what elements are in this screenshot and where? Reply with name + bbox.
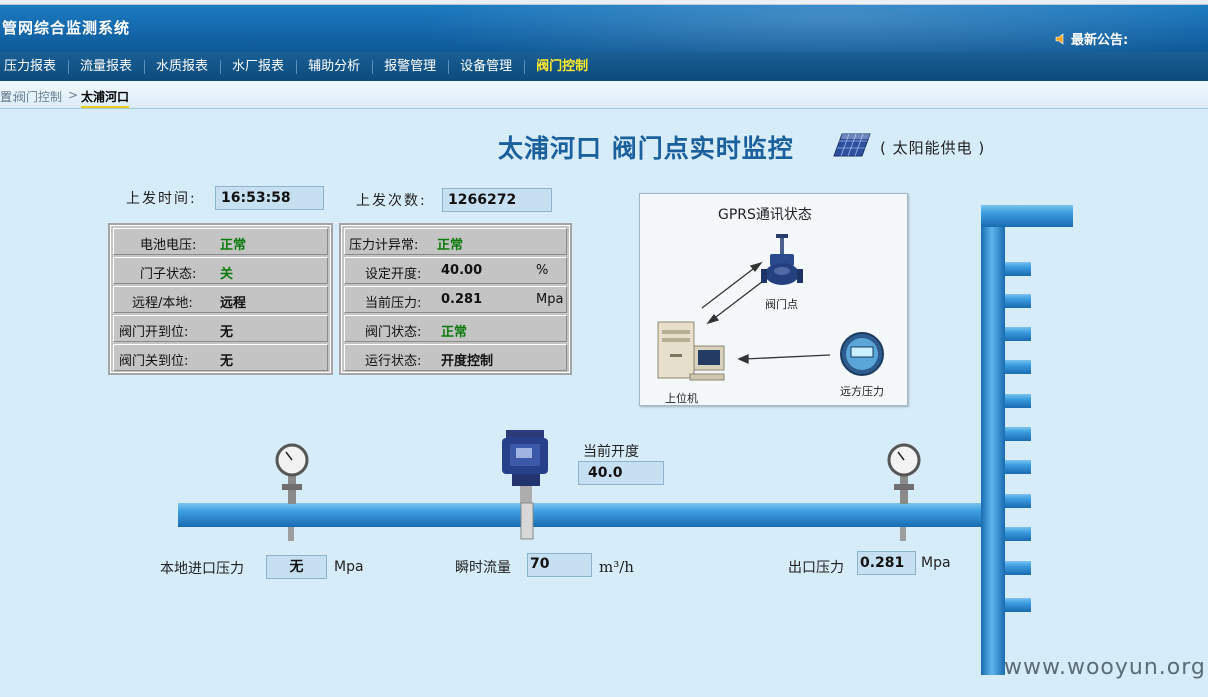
outlet-pressure-value: 0.281 bbox=[857, 551, 916, 575]
notice-label: 最新公告: bbox=[1071, 33, 1129, 48]
flow-value: 70 bbox=[527, 553, 592, 577]
outlet-pressure-unit: Mpa bbox=[921, 555, 951, 571]
inlet-pressure-label: 本地进口压力 bbox=[160, 561, 244, 577]
pipeline-diagram bbox=[178, 205, 1073, 675]
system-title: 管网综合监测系统 bbox=[2, 19, 131, 37]
current-opening-label: 当前开度 bbox=[583, 444, 639, 460]
notice-area[interactable]: 最新公告: bbox=[1055, 29, 1128, 48]
branch-stubs bbox=[1005, 262, 1031, 612]
outlet-pressure-label: 出口压力 bbox=[788, 560, 844, 576]
inlet-pressure-unit: Mpa bbox=[334, 559, 364, 575]
speaker-icon bbox=[1055, 32, 1064, 45]
header-pipe bbox=[981, 205, 1005, 675]
flow-unit: m³/h bbox=[599, 558, 634, 576]
current-opening-value: 40.0 bbox=[578, 461, 664, 485]
main-pipe bbox=[178, 503, 984, 527]
flow-label: 瞬时流量 bbox=[455, 560, 511, 576]
inlet-pressure-value: 无 bbox=[266, 555, 327, 579]
header-top-pipe bbox=[981, 205, 1073, 227]
watermark: www.wooyun.org bbox=[1004, 655, 1206, 680]
